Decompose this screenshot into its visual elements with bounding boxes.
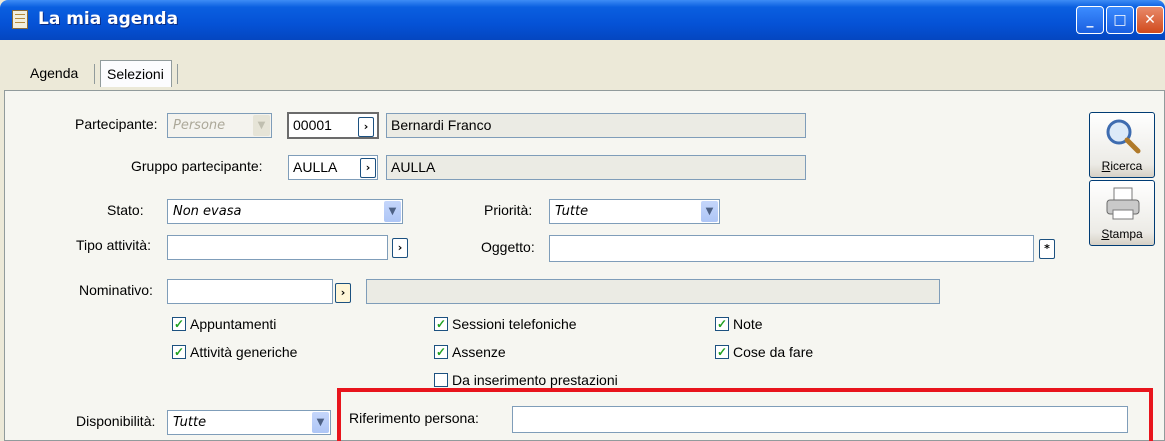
chevron-down-icon[interactable]: ▼ — [312, 412, 329, 433]
agenda-window: La mia agenda _ □ ✕ Agenda Selezioni Par… — [0, 0, 1165, 441]
gruppo-name-field: AULLA — [386, 155, 806, 180]
tipo-attivita-zoom-button[interactable]: › — [392, 238, 408, 258]
partecipante-zoom-button[interactable]: › — [358, 117, 374, 137]
chevron-down-icon[interactable]: ▼ — [384, 201, 401, 222]
partecipante-label: Partecipante: — [75, 116, 158, 132]
tipo-attivita-label: Tipo attività: — [76, 237, 151, 253]
chevron-down-icon[interactable]: ▼ — [701, 201, 718, 222]
disponibilita-combo[interactable]: Tutte ▼ — [167, 410, 331, 435]
chevron-down-icon: ▼ — [253, 115, 270, 136]
partecipante-type-combo: Persone ▼ — [167, 113, 272, 138]
disponibilita-value: Tutte — [173, 415, 207, 430]
disponibilita-label: Disponibilità: — [76, 413, 156, 429]
priorita-label: Priorità: — [484, 202, 533, 218]
tab-bar: Agenda Selezioni — [0, 40, 1165, 90]
nominativo-desc-field — [366, 279, 940, 304]
stato-combo[interactable]: Non evasa ▼ — [167, 199, 403, 224]
stampa-label: Stampa — [1101, 227, 1143, 241]
stato-label: Stato: — [107, 202, 144, 218]
checkbox-empty[interactable] — [434, 373, 448, 387]
minimize-button[interactable]: _ — [1076, 6, 1104, 34]
maximize-button[interactable]: □ — [1106, 6, 1134, 34]
check-icon[interactable]: ✓ — [434, 345, 448, 359]
window-title: La mia agenda — [38, 9, 179, 29]
tab-agenda[interactable]: Agenda — [24, 60, 84, 87]
check-icon[interactable]: ✓ — [172, 317, 186, 331]
stampa-button[interactable]: Stampa — [1089, 180, 1155, 246]
gruppo-label: Gruppo partecipante: — [131, 158, 263, 174]
ricerca-label: Ricerca — [1101, 159, 1143, 173]
check-icon[interactable]: ✓ — [715, 317, 729, 331]
magnifier-icon — [1106, 119, 1141, 154]
nominativo-zoom-button[interactable]: › — [335, 283, 351, 303]
check-icon[interactable]: ✓ — [715, 345, 729, 359]
check-icon[interactable]: ✓ — [172, 345, 186, 359]
highlight-box — [337, 388, 1153, 441]
agenda-icon — [12, 10, 28, 29]
check-icon[interactable]: ✓ — [434, 317, 448, 331]
printer-icon — [1106, 187, 1140, 220]
close-button[interactable]: ✕ — [1136, 6, 1164, 34]
oggetto-field[interactable] — [549, 235, 1034, 262]
oggetto-star-button[interactable]: * — [1039, 239, 1055, 259]
tab-separator — [94, 64, 95, 84]
partecipante-name-field: Bernardi Franco — [386, 113, 806, 138]
nominativo-field[interactable] — [167, 279, 333, 304]
ricerca-button[interactable]: Ricerca — [1089, 112, 1155, 178]
tab-selezioni[interactable]: Selezioni — [100, 60, 172, 87]
nominativo-label: Nominativo: — [79, 282, 153, 298]
partecipante-type-value: Persone — [173, 118, 226, 133]
gruppo-zoom-button[interactable]: › — [360, 158, 376, 178]
tipo-attivita-field[interactable] — [167, 235, 388, 260]
priorita-value: Tutte — [555, 204, 589, 219]
priorita-combo[interactable]: Tutte ▼ — [549, 199, 720, 224]
title-bar: La mia agenda _ □ ✕ — [0, 0, 1165, 40]
tab-separator — [177, 64, 178, 84]
stato-value: Non evasa — [173, 204, 242, 219]
oggetto-label: Oggetto: — [481, 239, 535, 255]
